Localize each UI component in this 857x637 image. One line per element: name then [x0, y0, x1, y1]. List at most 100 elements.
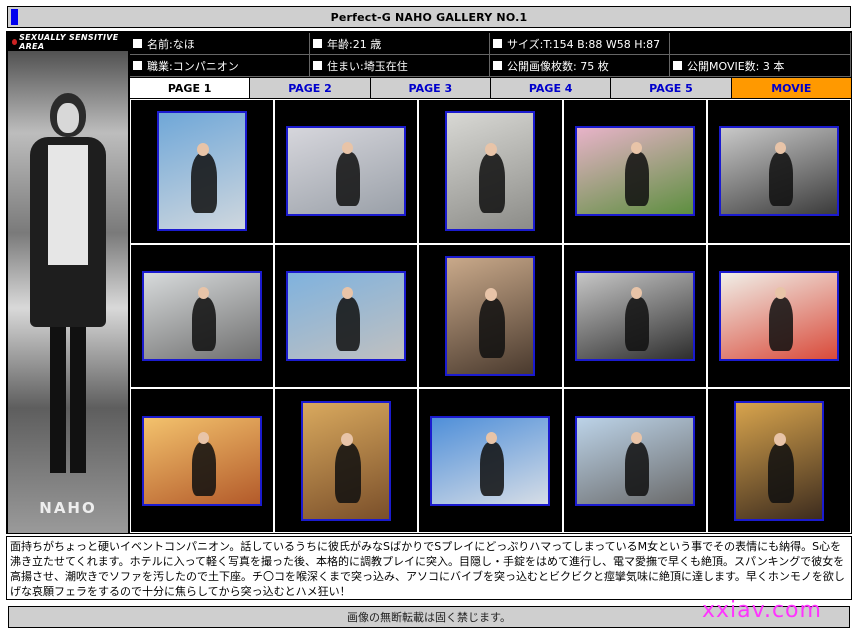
info-empty: [670, 33, 851, 55]
thumbnail-figure: [479, 297, 506, 358]
info-image-count: 公開画像枚数: 75 枚: [490, 55, 670, 77]
tab-page-1[interactable]: PAGE 1: [130, 78, 250, 98]
bullet-square-icon: [673, 61, 682, 70]
site-watermark: xxiav.com: [702, 598, 822, 623]
thumbnail-image[interactable]: [445, 111, 536, 232]
thumbnail-figure: [767, 442, 794, 503]
thumbnail-image[interactable]: [574, 270, 695, 361]
thumbnail-figure: [480, 441, 505, 496]
thumbnail-face: [630, 142, 642, 155]
thumbnail-cell[interactable]: [563, 244, 706, 388]
thumbnail-cell[interactable]: [275, 244, 418, 388]
thumbnail-cell[interactable]: [707, 244, 850, 388]
thumbnail-figure: [624, 296, 649, 351]
thumbnail-cell[interactable]: [131, 100, 274, 243]
thumbnail-face: [341, 432, 354, 446]
bullet-square-icon: [133, 39, 142, 48]
thumbnail-cell[interactable]: [419, 389, 562, 532]
thumbnail-image[interactable]: [574, 415, 695, 506]
thumbnail-cell[interactable]: [707, 100, 850, 243]
thumbnail-cell[interactable]: [563, 389, 706, 532]
bullet-square-icon: [493, 61, 502, 70]
thumbnail-image[interactable]: [286, 270, 407, 361]
thumbnail-figure: [336, 152, 361, 207]
info-size: サイズ:T:154 B:88 W58 H:87: [490, 33, 670, 55]
gallery-page: Perfect-G NAHO GALLERY NO.1 SEXUALLY SEN…: [0, 0, 857, 637]
model-description: 面持ちがちょっと硬いイベントコンパニオン。話しているうちに彼氏がみなSばかりでS…: [6, 536, 852, 600]
info-size-text: サイズ:T:154 B:88 W58 H:87: [507, 37, 661, 51]
info-name: 名前:なほ: [130, 33, 310, 55]
portrait-logo-text: SEXUALLY SENSITIVE AREA: [19, 33, 119, 51]
profile-info-table: 名前:なほ 年齢:21 歳 サイズ:T:154 B:88 W58 H:87 職業…: [130, 33, 851, 77]
info-movie-count-text: 公開MOVIE数: 3 本: [687, 59, 785, 73]
portrait-logo: SEXUALLY SENSITIVE AREA: [8, 33, 128, 51]
thumbnail-image[interactable]: [286, 126, 407, 217]
copyright-notice: 画像の無断転載は固く禁じます。: [347, 611, 511, 624]
thumbnail-figure: [192, 296, 217, 351]
thumbnail-grid: [130, 99, 851, 533]
tab-page-4[interactable]: PAGE 4: [490, 78, 611, 98]
portrait-boots: [50, 327, 86, 473]
portrait-figure: [30, 93, 106, 473]
thumbnail-figure: [768, 296, 793, 351]
portrait-face: [57, 103, 79, 133]
tab-page-5[interactable]: PAGE 5: [611, 78, 731, 98]
thumbnail-image[interactable]: [430, 415, 551, 506]
thumbnail-figure: [192, 441, 217, 496]
thumbnail-cell[interactable]: [419, 244, 562, 388]
thumbnail-figure: [336, 296, 361, 351]
thumbnail-figure: [479, 153, 506, 214]
bullet-square-icon: [133, 61, 142, 70]
info-residence-text: 住まい:埼玉在住: [327, 59, 408, 73]
thumbnail-face: [630, 286, 642, 299]
title-bar: Perfect-G NAHO GALLERY NO.1: [7, 6, 851, 28]
thumbnail-face: [198, 286, 210, 299]
main-frame: SEXUALLY SENSITIVE AREA NAHO 名前:なほ 年齢:21…: [6, 31, 852, 534]
thumbnail-figure: [624, 152, 649, 207]
thumbnail-cell[interactable]: [131, 389, 274, 532]
thumbnail-cell[interactable]: [131, 244, 274, 388]
portrait-shirt: [48, 145, 88, 265]
info-name-text: 名前:なほ: [147, 37, 195, 51]
info-age: 年齢:21 歳: [310, 33, 490, 55]
thumbnail-cell[interactable]: [275, 100, 418, 243]
thumbnail-image[interactable]: [718, 126, 839, 217]
model-portrait-image: SEXUALLY SENSITIVE AREA NAHO: [8, 33, 128, 533]
page-title: Perfect-G NAHO GALLERY NO.1: [330, 10, 528, 24]
info-image-count-text: 公開画像枚数: 75 枚: [507, 59, 609, 73]
thumbnail-image[interactable]: [445, 255, 536, 376]
thumbnail-cell[interactable]: [563, 100, 706, 243]
thumbnail-image[interactable]: [574, 126, 695, 217]
info-residence: 住まい:埼玉在住: [310, 55, 490, 77]
info-age-text: 年齢:21 歳: [327, 37, 382, 51]
logo-dot-icon: [12, 39, 18, 45]
title-accent-bar: [11, 9, 18, 25]
thumbnail-cell[interactable]: [275, 389, 418, 532]
thumbnail-image[interactable]: [157, 111, 248, 232]
thumbnail-face: [198, 431, 210, 444]
thumbnail-image[interactable]: [718, 270, 839, 361]
bullet-square-icon: [313, 61, 322, 70]
portrait-name-watermark: NAHO: [39, 499, 97, 517]
thumbnail-figure: [335, 442, 362, 503]
thumbnail-face: [773, 432, 786, 446]
thumbnail-image[interactable]: [301, 400, 392, 521]
tab-page-2[interactable]: PAGE 2: [250, 78, 370, 98]
info-movie-count: 公開MOVIE数: 3 本: [670, 55, 851, 77]
thumbnail-figure: [768, 152, 793, 207]
thumbnail-image[interactable]: [142, 270, 263, 361]
thumbnail-face: [774, 286, 786, 299]
thumbnail-image[interactable]: [142, 415, 263, 506]
thumbnail-figure: [191, 153, 218, 214]
page-tabs: PAGE 1 PAGE 2 PAGE 3 PAGE 4 PAGE 5 MOVIE: [130, 78, 851, 98]
info-job: 職業:コンパニオン: [130, 55, 310, 77]
thumbnail-image[interactable]: [733, 400, 824, 521]
tab-page-3[interactable]: PAGE 3: [370, 78, 490, 98]
thumbnail-cell[interactable]: [419, 100, 562, 243]
thumbnail-figure: [624, 441, 649, 496]
tab-movie[interactable]: MOVIE: [731, 78, 851, 98]
thumbnail-face: [630, 431, 642, 444]
thumbnail-cell[interactable]: [707, 389, 850, 532]
bullet-square-icon: [313, 39, 322, 48]
bullet-square-icon: [493, 39, 502, 48]
